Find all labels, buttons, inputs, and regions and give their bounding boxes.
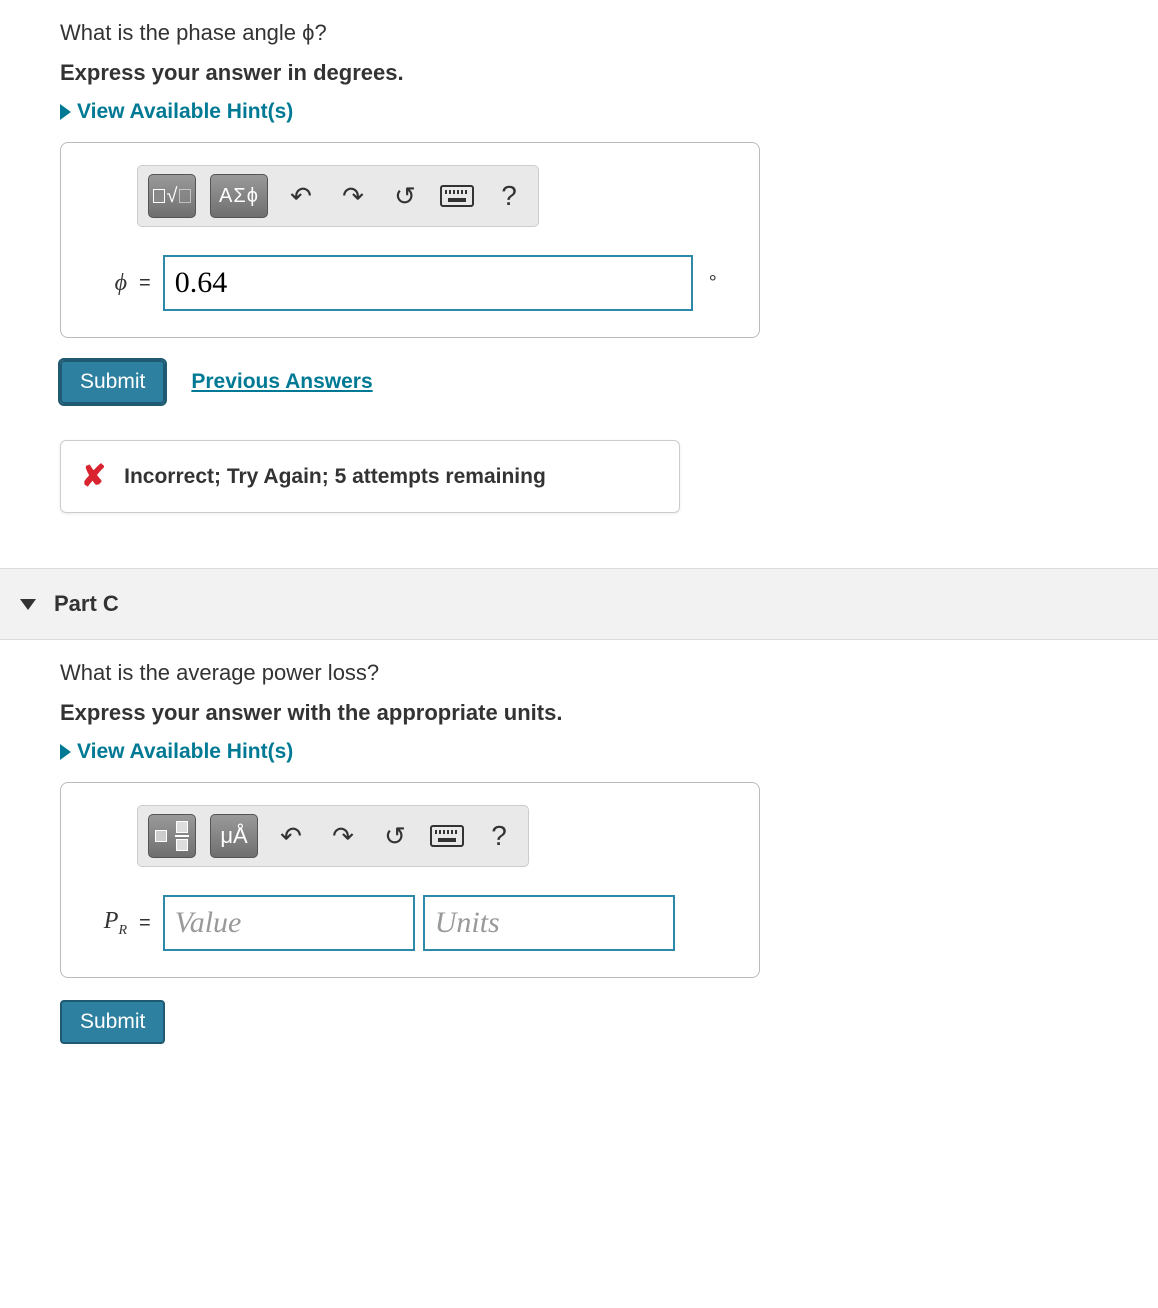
redo-icon: ↷ <box>342 181 364 212</box>
units-symbols-button[interactable]: μÅ <box>210 814 258 858</box>
undo-icon: ↶ <box>280 821 302 852</box>
question-text: What is the average power loss? <box>60 660 1098 686</box>
unit-degree-symbol: ° <box>709 272 717 295</box>
equals-sign: = <box>139 272 151 295</box>
reset-button[interactable]: ↺ <box>386 177 424 215</box>
equation-toolbar: √ ΑΣϕ ↶ ↷ ↺ ? <box>137 165 539 227</box>
redo-button[interactable]: ↷ <box>334 177 372 215</box>
feedback-text: Incorrect; Try Again; 5 attempts remaini… <box>124 465 546 489</box>
redo-icon: ↷ <box>332 821 354 852</box>
reset-icon: ↺ <box>394 181 416 212</box>
instruction-text: Express your answer in degrees. <box>60 60 1098 86</box>
math-templates-icon: √ <box>153 185 192 208</box>
units-input[interactable] <box>423 895 675 951</box>
unit-templates-icon <box>155 821 189 851</box>
feedback-box: ✘ Incorrect; Try Again; 5 attempts remai… <box>60 440 680 513</box>
answer-box: √ ΑΣϕ ↶ ↷ ↺ ? ϕ <box>60 142 760 338</box>
submit-button[interactable]: Submit <box>60 360 165 404</box>
keyboard-button[interactable] <box>428 817 466 855</box>
part-b-body: What is the phase angle ϕ? Express your … <box>0 0 1158 523</box>
view-hints-link[interactable]: View Available Hint(s) <box>60 740 1098 764</box>
answer-input[interactable] <box>163 255 693 311</box>
help-button[interactable]: ? <box>480 817 518 855</box>
value-input[interactable] <box>163 895 415 951</box>
equation-toolbar: μÅ ↶ ↷ ↺ ? <box>137 805 529 867</box>
undo-button[interactable]: ↶ <box>272 817 310 855</box>
chevron-down-icon <box>20 599 36 610</box>
view-hints-label: View Available Hint(s) <box>77 740 293 764</box>
greek-symbols-button[interactable]: ΑΣϕ <box>210 174 268 218</box>
keyboard-icon <box>440 185 474 207</box>
submit-button[interactable]: Submit <box>60 1000 165 1044</box>
chevron-right-icon <box>60 744 71 760</box>
question-text: What is the phase angle ϕ? <box>60 20 1098 46</box>
part-c-title: Part C <box>54 591 119 617</box>
answer-input-row: PR = <box>77 895 743 951</box>
reset-icon: ↺ <box>384 821 406 852</box>
variable-label: PR <box>77 908 127 939</box>
part-c-header[interactable]: Part C <box>0 568 1158 640</box>
undo-button[interactable]: ↶ <box>282 177 320 215</box>
instruction-text: Express your answer with the appropriate… <box>60 700 1098 726</box>
previous-answers-link[interactable]: Previous Answers <box>191 370 372 394</box>
answer-input-row: ϕ = ° <box>77 255 743 311</box>
action-row: Submit <box>60 1000 1098 1044</box>
help-button[interactable]: ? <box>490 177 528 215</box>
reset-button[interactable]: ↺ <box>376 817 414 855</box>
variable-label: ϕ <box>77 269 127 297</box>
keyboard-icon <box>430 825 464 847</box>
view-hints-link[interactable]: View Available Hint(s) <box>60 100 1098 124</box>
unit-templates-button[interactable] <box>148 814 196 858</box>
incorrect-icon: ✘ <box>81 459 106 494</box>
keyboard-button[interactable] <box>438 177 476 215</box>
view-hints-label: View Available Hint(s) <box>77 100 293 124</box>
redo-button[interactable]: ↷ <box>324 817 362 855</box>
equals-sign: = <box>139 912 151 935</box>
undo-icon: ↶ <box>290 181 312 212</box>
action-row: Submit Previous Answers <box>60 360 1098 404</box>
answer-box: μÅ ↶ ↷ ↺ ? PR = <box>60 782 760 978</box>
math-templates-button[interactable]: √ <box>148 174 196 218</box>
part-c-body: What is the average power loss? Express … <box>0 640 1158 1054</box>
chevron-right-icon <box>60 104 71 120</box>
